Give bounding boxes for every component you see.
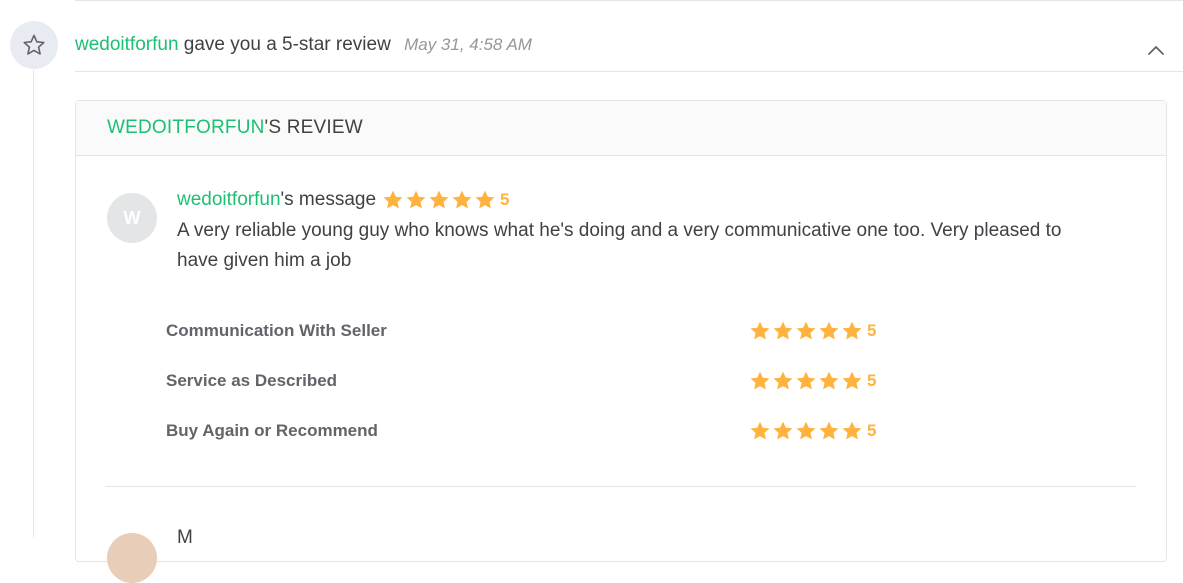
- review-card-title: WEDOITFORFUN 'S REVIEW: [76, 101, 1166, 156]
- criteria-rating: 5: [749, 416, 876, 446]
- collapse-button[interactable]: [1145, 39, 1167, 61]
- star-icon: [452, 190, 472, 209]
- criteria-label: Buy Again or Recommend: [166, 421, 378, 440]
- message-username-link[interactable]: wedoitforfun: [177, 187, 281, 213]
- star-icon: [842, 321, 862, 340]
- avatar: W: [107, 193, 157, 243]
- seller-avatar: [107, 533, 157, 583]
- criteria-rating-value: 5: [867, 371, 877, 390]
- star-icon: [429, 190, 449, 209]
- star-outline-icon: [10, 21, 58, 69]
- message-suffix: 's message: [280, 189, 377, 210]
- event-summary: wedoitforfun gave you a 5-star review Ma…: [75, 33, 532, 57]
- event-timestamp: May 31, 4:58 AM: [404, 35, 532, 54]
- criteria-label: Communication With Seller: [166, 321, 387, 340]
- star-icon: [406, 190, 426, 209]
- star-icon: [842, 371, 862, 390]
- star-icon: [819, 421, 839, 440]
- criteria-rating-value: 5: [867, 421, 877, 440]
- criteria-rating-value: 5: [867, 321, 877, 340]
- message-heading: wedoitforfun's message 5: [177, 187, 510, 213]
- timeline-line: [33, 70, 34, 537]
- star-icon: [475, 190, 495, 209]
- review-event-header: wedoitforfun gave you a 5-star review Ma…: [75, 33, 1183, 72]
- criteria-star-rating: [749, 320, 863, 342]
- event-username-link[interactable]: wedoitforfun: [75, 34, 179, 55]
- star-icon: [383, 190, 403, 209]
- criteria-label: Service as Described: [166, 371, 338, 390]
- criteria-star-rating: [749, 370, 863, 392]
- criteria-row: Service as Described 5: [166, 366, 886, 416]
- criteria-rating: 5: [749, 366, 876, 396]
- review-card: WEDOITFORFUN 'S REVIEW W wedoitforfun's m…: [75, 100, 1167, 583]
- review-title-user: WEDOITFORFUN: [107, 117, 265, 138]
- star-icon: [750, 321, 770, 340]
- star-icon: [796, 321, 816, 340]
- star-icon: [750, 421, 770, 440]
- review-title-suffix: 'S REVIEW: [264, 117, 363, 138]
- section-divider: [105, 486, 1136, 487]
- star-icon: [750, 371, 770, 390]
- next-message-name: M: [177, 527, 193, 548]
- rating-breakdown: Communication With Seller 5 Service as D…: [166, 316, 886, 466]
- star-icon: [773, 371, 793, 390]
- star-icon: [819, 371, 839, 390]
- star-icon: [796, 371, 816, 390]
- criteria-row: Communication With Seller 5: [166, 316, 886, 366]
- star-icon: [773, 421, 793, 440]
- criteria-rating: 5: [749, 316, 876, 346]
- overall-rating-value: 5: [500, 190, 510, 209]
- star-icon: [842, 421, 862, 440]
- event-action-text: gave you a 5-star review: [183, 34, 391, 55]
- overall-star-rating: [382, 189, 496, 211]
- star-icon: [796, 421, 816, 440]
- star-icon: [773, 321, 793, 340]
- review-message-text: A very reliable young guy who knows what…: [177, 220, 1062, 271]
- star-icon: [819, 321, 839, 340]
- top-divider: [75, 0, 1183, 1]
- criteria-star-rating: [749, 420, 863, 442]
- criteria-row: Buy Again or Recommend 5: [166, 416, 886, 466]
- chevron-up-icon: [1148, 46, 1164, 55]
